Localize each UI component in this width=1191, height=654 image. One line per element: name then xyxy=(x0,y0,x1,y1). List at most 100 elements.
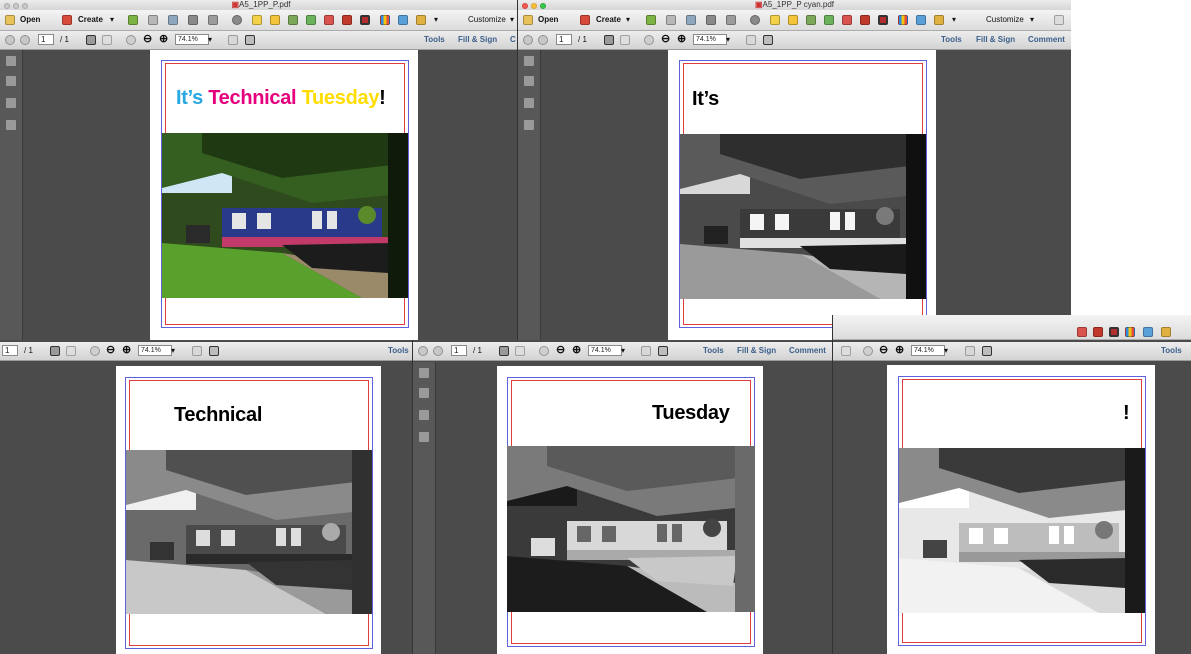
tools-link[interactable]: Tools xyxy=(1161,345,1182,357)
open-button[interactable]: Open xyxy=(20,14,40,26)
expand-icon[interactable] xyxy=(1054,15,1064,25)
tools-link[interactable]: Tools xyxy=(703,345,724,357)
fullscreen-icon[interactable] xyxy=(209,346,219,356)
save-icon[interactable] xyxy=(148,15,158,25)
page-number-input[interactable]: 1 xyxy=(2,345,18,356)
folder-icon[interactable] xyxy=(646,15,656,25)
measure-icon[interactable] xyxy=(934,15,944,25)
bar-chart-icon[interactable] xyxy=(898,15,908,25)
select-arrow-icon[interactable] xyxy=(86,35,96,45)
folder-icon[interactable] xyxy=(5,15,15,25)
chevron-down-icon[interactable]: ▾ xyxy=(171,345,175,357)
highlight-icon[interactable] xyxy=(788,15,798,25)
zoom-icon[interactable] xyxy=(22,3,28,9)
cloud-icon[interactable] xyxy=(168,15,178,25)
measure-icon[interactable] xyxy=(416,15,426,25)
next-page-icon[interactable] xyxy=(538,35,548,45)
bar-chart-icon[interactable] xyxy=(1125,327,1135,337)
highlight-icon[interactable] xyxy=(270,15,280,25)
print-icon[interactable] xyxy=(188,15,198,25)
chevron-down-icon[interactable]: ▾ xyxy=(208,34,212,46)
zoom-in-icon[interactable]: ⊕ xyxy=(122,344,131,356)
pen-icon[interactable] xyxy=(419,410,429,420)
fullscreen-icon[interactable] xyxy=(763,35,773,45)
minimize-icon[interactable] xyxy=(531,3,537,9)
prev-page-icon[interactable] xyxy=(418,346,428,356)
output-preview-icon[interactable] xyxy=(878,15,888,25)
zoom-in-icon[interactable]: ⊕ xyxy=(159,33,168,45)
export-icon[interactable] xyxy=(916,15,926,25)
zoom-in-icon[interactable]: ⊕ xyxy=(895,344,904,356)
fit-page-icon[interactable] xyxy=(641,346,651,356)
signature-icon[interactable] xyxy=(419,432,429,442)
comment-icon[interactable] xyxy=(252,15,262,25)
comment-link[interactable]: C xyxy=(510,34,516,46)
tools-link[interactable]: Tools xyxy=(941,34,962,46)
chevron-down-icon[interactable]: ▾ xyxy=(434,14,438,26)
fullscreen-icon[interactable] xyxy=(982,346,992,356)
page-number-input[interactable]: 1 xyxy=(451,345,467,356)
output-preview-icon[interactable] xyxy=(1093,327,1103,337)
bookmark-icon[interactable] xyxy=(419,388,429,398)
bar-chart-icon[interactable] xyxy=(380,15,390,25)
chevron-down-icon[interactable]: ▾ xyxy=(944,345,948,357)
create-button[interactable]: Create xyxy=(78,14,103,26)
zoom-marquee-icon[interactable] xyxy=(126,35,136,45)
cloud-icon[interactable] xyxy=(686,15,696,25)
signature-icon[interactable] xyxy=(524,120,534,130)
select-arrow-icon[interactable] xyxy=(50,346,60,356)
zoom-in-icon[interactable]: ⊕ xyxy=(572,344,581,356)
zoom-out-icon[interactable]: ⊖ xyxy=(661,33,670,45)
close-icon[interactable] xyxy=(522,3,528,9)
chevron-down-icon[interactable]: ▾ xyxy=(726,34,730,46)
fullscreen-icon[interactable] xyxy=(658,346,668,356)
chevron-down-icon[interactable]: ▾ xyxy=(626,14,630,26)
output-preview-icon[interactable] xyxy=(342,15,352,25)
fit-page-icon[interactable] xyxy=(965,346,975,356)
pages-icon[interactable] xyxy=(419,368,429,378)
zoom-marquee-icon[interactable] xyxy=(863,346,873,356)
bookmark-icon[interactable] xyxy=(524,76,534,86)
gear-icon[interactable] xyxy=(232,15,242,25)
comment-link[interactable]: Comment xyxy=(789,345,826,357)
edit-icon[interactable] xyxy=(208,15,218,25)
hand-icon[interactable] xyxy=(620,35,630,45)
pen-icon[interactable] xyxy=(6,98,16,108)
customize-button[interactable]: Customize xyxy=(468,14,506,26)
zoom-icon[interactable] xyxy=(540,3,546,9)
signature-icon[interactable] xyxy=(6,120,16,130)
output-preview-icon[interactable] xyxy=(860,15,870,25)
output-preview-icon[interactable] xyxy=(1077,327,1087,337)
create-pdf-icon[interactable] xyxy=(580,15,590,25)
fill-sign-link[interactable]: Fill & Sign xyxy=(976,34,1015,46)
fit-page-icon[interactable] xyxy=(228,35,238,45)
chevron-down-icon[interactable]: ▾ xyxy=(621,345,625,357)
fullscreen-icon[interactable] xyxy=(245,35,255,45)
output-preview-icon[interactable] xyxy=(1109,327,1119,337)
comment-icon[interactable] xyxy=(770,15,780,25)
fit-page-icon[interactable] xyxy=(746,35,756,45)
pages-icon[interactable] xyxy=(524,56,534,66)
select-arrow-icon[interactable] xyxy=(499,346,509,356)
hand-icon[interactable] xyxy=(66,346,76,356)
stamp-icon[interactable] xyxy=(806,15,816,25)
customize-button[interactable]: Customize xyxy=(986,14,1024,26)
print-icon[interactable] xyxy=(706,15,716,25)
page-number-input[interactable]: 1 xyxy=(38,34,54,45)
folder-icon[interactable] xyxy=(128,15,138,25)
prev-page-icon[interactable] xyxy=(5,35,15,45)
zoom-marquee-icon[interactable] xyxy=(539,346,549,356)
fit-page-icon[interactable] xyxy=(192,346,202,356)
hand-icon[interactable] xyxy=(841,346,851,356)
zoom-input[interactable]: 74.1% xyxy=(911,345,945,356)
export-icon[interactable] xyxy=(398,15,408,25)
zoom-marquee-icon[interactable] xyxy=(90,346,100,356)
hand-icon[interactable] xyxy=(515,346,525,356)
chevron-down-icon[interactable]: ▾ xyxy=(510,14,514,26)
export-icon[interactable] xyxy=(842,15,852,25)
pages-icon[interactable] xyxy=(6,56,16,66)
zoom-input[interactable]: 74.1% xyxy=(693,34,727,45)
gear-icon[interactable] xyxy=(750,15,760,25)
output-preview-icon[interactable] xyxy=(360,15,370,25)
tools-link[interactable]: Tools xyxy=(424,34,445,46)
